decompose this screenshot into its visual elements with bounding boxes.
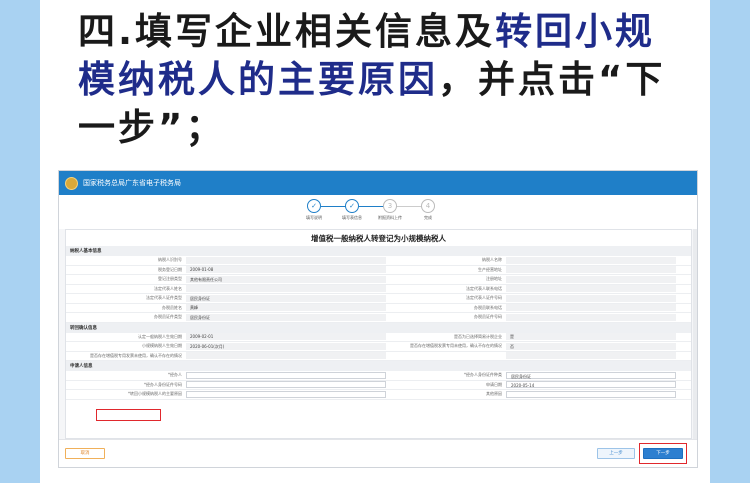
app-header: 国家税务总局广东省电子税务局 <box>59 171 697 195</box>
form-row: 办税员证件类型 居民身份证 办税员证件号码 <box>66 313 691 323</box>
field-label: 法定代表人证件类型 <box>146 295 182 301</box>
field-label: 纳税人识别号 <box>158 257 182 263</box>
field-value: 黄峰 <box>186 304 386 312</box>
field-label: 办税员证件类型 <box>154 314 182 320</box>
right-side-bar <box>710 0 750 483</box>
form-row: 办税员姓名 黄峰 办税员联系电话 <box>66 304 691 313</box>
field-value <box>186 256 386 264</box>
form-row: 法定代表人证件类型 居民身份证 法定代表人证件号码 <box>66 294 691 304</box>
field-label: 注册地址 <box>486 276 502 282</box>
scrollbar[interactable] <box>693 229 697 439</box>
field-value: 居民身份证 <box>186 313 386 321</box>
form-row: 税务登记日期 2009-01-08 生产经营地址 <box>66 266 691 275</box>
field-value: 居民身份证 <box>186 294 386 302</box>
field-value: 2009-02-01 <box>186 333 386 341</box>
app-title: 国家税务总局广东省电子税务局 <box>83 179 181 187</box>
section-applicant-info: 申请人信息 <box>66 361 691 371</box>
emblem-icon <box>65 176 78 190</box>
field-label: 认定一般纳税人生效日期 <box>138 333 182 339</box>
previous-step-button[interactable]: 上一步 <box>597 448 635 459</box>
field-label: 是否为已选择简易计税企业 <box>454 333 502 339</box>
form-row: 小规模纳税人生效日期 2020-06-01(次月) 是否存在增值税发票专用未使用，确… <box>66 342 691 352</box>
step-number: 4 <box>421 199 435 213</box>
field-value <box>506 352 676 360</box>
field-value: 2009-01-08 <box>186 266 386 274</box>
form-row: 登记注册类型 其他有限责任公司 注册地址 <box>66 275 691 285</box>
field-value: 其他有限责任公司 <box>186 275 386 283</box>
section-transfer-info: 转回确认信息 <box>66 322 691 333</box>
check-icon: ✓ <box>345 199 359 213</box>
field-value <box>506 256 676 264</box>
field-value: 是 <box>506 333 676 341</box>
field-label: 法定代表人证件号码 <box>466 295 502 301</box>
form-panel: 增值税一般纳税人转登记为小规模纳税人 纳税人基本信息 纳税人识别号 纳税人名称税务… <box>65 229 692 439</box>
section-basic-info: 纳税人基本信息 <box>66 246 691 256</box>
field-label: 申请日期 <box>486 381 502 387</box>
field-label: 是否存在增值税发票专用未使用，确认不存在的情况 <box>410 343 502 349</box>
cancel-button[interactable]: 取消 <box>65 448 105 459</box>
field-value[interactable] <box>186 371 386 379</box>
field-label: 法定代表人联系电话 <box>466 285 502 291</box>
field-value <box>506 266 676 274</box>
form-row: 认定一般纳税人生效日期 2009-02-01 是否为已选择简易计税企业是 <box>66 333 691 342</box>
field-label: *经办人身份证件种类 <box>464 372 502 378</box>
field-label: 小规模纳税人生效日期 <box>142 343 182 349</box>
form-row: 纳税人识别号 纳税人名称 <box>66 256 691 266</box>
progress-steps: ✓ 填写说明 ✓ 填写表信息 3 附报资料上传 4 完成 <box>59 195 697 229</box>
field-label: 登记注册类型 <box>158 276 182 282</box>
step-label: 完成 <box>424 215 432 220</box>
next-button-highlight <box>639 443 687 464</box>
action-bar: 取消 上一步 下一步 <box>59 439 697 467</box>
field-value: 2020-06-01(次月) <box>186 342 386 350</box>
form-row: *转回小规模纳税人的主要原因 其他原因 <box>66 390 691 400</box>
field-value[interactable] <box>186 390 386 398</box>
field-value: 否 <box>506 342 676 350</box>
field-value <box>186 285 386 293</box>
field-label: 其他原因 <box>486 391 502 397</box>
field-value[interactable]: 居民身份证 <box>506 371 676 379</box>
field-label: 办税员证件号码 <box>474 314 502 320</box>
reason-label-highlight <box>96 409 161 421</box>
heading-text-1: 四.填写企业相关信息及 <box>78 10 496 53</box>
field-label: *经办人 <box>168 372 182 378</box>
field-label: 生产经营地址 <box>478 266 502 272</box>
field-label: 是否存在增值税专用发票未使用，确认不存在的情况 <box>90 352 182 358</box>
screenshot-window: 国家税务总局广东省电子税务局 ✓ 填写说明 ✓ 填写表信息 3 附报资料上传 4… <box>58 170 698 468</box>
field-value[interactable] <box>506 390 676 398</box>
form-row: 法定代表人姓名 法定代表人联系电话 <box>66 285 691 294</box>
field-value <box>506 285 676 293</box>
form-row: 是否存在增值税专用发票未使用，确认不存在的情况 <box>66 352 691 361</box>
step-4: 4 完成 <box>398 199 458 221</box>
field-value <box>506 304 676 312</box>
field-value[interactable] <box>186 381 386 389</box>
field-value[interactable]: 2020-05-14 <box>506 381 676 389</box>
instruction-heading: 四.填写企业相关信息及转回小规模纳税人的主要原因，并点击“下一步”； <box>78 8 678 152</box>
left-side-bar <box>0 0 40 483</box>
field-value <box>506 275 676 283</box>
field-label: 办税员联系电话 <box>474 304 502 310</box>
form-row: *经办人 *经办人身份证件种类 居民身份证 <box>66 371 691 381</box>
form-row: *经办人身份证件号码 申请日期 2020-05-14 <box>66 381 691 390</box>
field-label: 纳税人名称 <box>482 257 502 263</box>
field-label: 法定代表人姓名 <box>154 285 182 291</box>
check-icon: ✓ <box>307 199 321 213</box>
field-value <box>506 294 676 302</box>
field-label: 办税员姓名 <box>162 304 182 310</box>
field-label: *经办人身份证件号码 <box>144 381 182 387</box>
field-label: 税务登记日期 <box>158 266 182 272</box>
field-label: *转回小规模纳税人的主要原因 <box>128 391 182 397</box>
field-value <box>186 352 386 360</box>
step-number: 3 <box>383 199 397 213</box>
form-title: 增值税一般纳税人转登记为小规模纳税人 <box>311 234 446 243</box>
field-value <box>506 313 676 321</box>
